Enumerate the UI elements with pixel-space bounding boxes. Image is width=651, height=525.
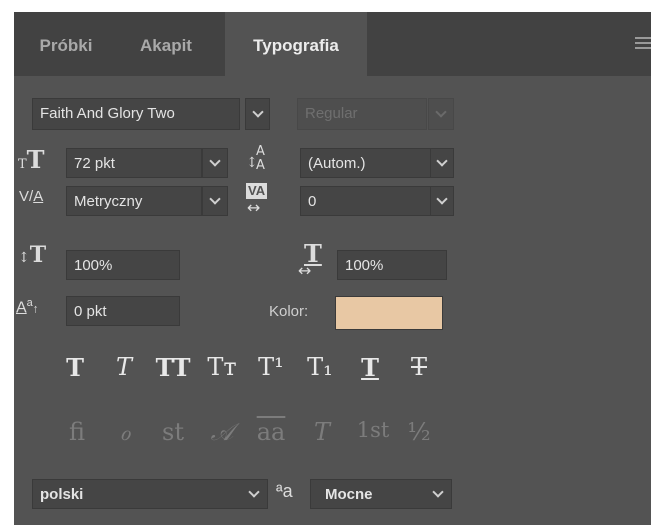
- vertical-scale-icon: ↕T: [18, 242, 47, 268]
- font-style-field: Regular: [297, 98, 427, 130]
- chevron-down-icon: [436, 193, 448, 205]
- chevron-down-icon: [251, 106, 264, 118]
- all-caps-button[interactable]: TT: [152, 353, 194, 382]
- font-size-dropdown[interactable]: [202, 148, 228, 178]
- color-swatch[interactable]: [335, 296, 443, 330]
- standard-ligatures-button: fi: [68, 418, 85, 446]
- tracking-icon: VA ↔: [246, 183, 268, 217]
- leading-field[interactable]: (Autom.): [300, 148, 432, 178]
- chevron-down-icon: [209, 193, 221, 205]
- fractions-button: ½: [407, 418, 431, 446]
- chevron-down-icon: [436, 155, 448, 167]
- font-size-field[interactable]: 72 pkt: [66, 148, 202, 178]
- font-family-dropdown[interactable]: [245, 98, 270, 130]
- kerning-icon: V/A: [19, 188, 44, 205]
- chevron-down-icon: [209, 155, 221, 167]
- font-family-field[interactable]: Faith And Glory Two: [32, 98, 240, 130]
- tracking-field[interactable]: 0: [300, 186, 432, 216]
- superscript-button[interactable]: T¹: [250, 353, 292, 381]
- font-size-icon: TT: [18, 145, 45, 174]
- leading-dropdown[interactable]: [430, 148, 454, 178]
- tracking-dropdown[interactable]: [430, 186, 454, 216]
- language-dropdown[interactable]: [240, 479, 268, 509]
- font-style-dropdown: [428, 98, 454, 130]
- titling-alternates-button: T: [313, 418, 330, 446]
- language-field[interactable]: polski: [32, 479, 268, 509]
- subscript-button[interactable]: T₁: [299, 353, 341, 381]
- ordinals-button: 1st: [356, 418, 390, 442]
- discretionary-ligatures-button: st: [162, 418, 184, 446]
- stylistic-alternates-button: aa: [256, 418, 286, 446]
- antialiasing-icon: ªa: [276, 481, 293, 501]
- character-panel: Próbki Akapit Typografia Faith And Glory…: [14, 12, 651, 525]
- panel-menu-icon[interactable]: [635, 37, 651, 51]
- faux-bold-button[interactable]: T: [54, 353, 96, 382]
- strikethrough-button[interactable]: T: [398, 353, 440, 381]
- swash-button: 𝒜: [210, 418, 234, 446]
- chevron-down-icon: [248, 486, 260, 498]
- kerning-field[interactable]: Metryczny: [66, 186, 202, 216]
- baseline-shift-icon: Aa↑: [16, 297, 39, 317]
- baseline-shift-field[interactable]: 0 pkt: [66, 296, 180, 326]
- leading-icon: ↕ A A: [246, 144, 265, 173]
- kerning-dropdown[interactable]: [202, 186, 228, 216]
- underline-button[interactable]: T: [349, 353, 391, 382]
- horizontal-scale-field[interactable]: 100%: [337, 250, 447, 280]
- antialiasing-dropdown[interactable]: [424, 479, 452, 509]
- small-caps-button[interactable]: Tт: [201, 353, 243, 381]
- tab-probki[interactable]: Próbki: [22, 12, 110, 76]
- horizontal-scale-icon: T ↔: [298, 239, 322, 280]
- tab-typografia[interactable]: Typografia: [225, 12, 367, 76]
- color-label: Kolor:: [269, 303, 309, 320]
- tab-bar: Próbki Akapit Typografia: [14, 12, 651, 76]
- faux-italic-button[interactable]: T: [103, 353, 145, 381]
- contextual-alternates-button: ℴ: [119, 418, 131, 446]
- chevron-down-icon: [432, 486, 444, 498]
- tab-akapit[interactable]: Akapit: [112, 12, 220, 76]
- vertical-scale-field[interactable]: 100%: [66, 250, 180, 280]
- chevron-down-icon: [435, 106, 447, 118]
